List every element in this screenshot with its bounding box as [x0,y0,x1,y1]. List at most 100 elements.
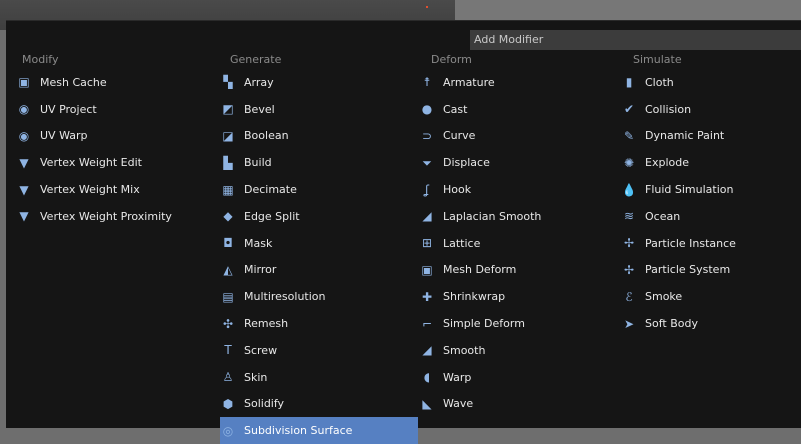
cloth-icon: ▮ [625,75,633,90]
menu-item-cloth[interactable]: ▮ Cloth [621,69,801,96]
column-simulate: Simulate ▮ Cloth ✔ Collision ✎ Dynamic Paint ✺… [621,51,801,337]
dynamic-paint-icon: ✎ [623,128,635,143]
menu-item-label: Hook [443,183,472,197]
menu-item-cast[interactable]: ● Cast [419,96,619,123]
menu-item-label: Warp [443,370,472,384]
menu-item-hook[interactable]: ʆ Hook [419,176,619,203]
menu-item-edge-split[interactable]: ◆ Edge Split [220,203,418,230]
menu-item-boolean[interactable]: ◪ Boolean [220,123,418,150]
menu-item-uv-warp[interactable]: ◉ UV Warp [16,123,211,150]
menu-item-decimate[interactable]: ▦ Decimate [220,176,418,203]
menu-item-subdivision-surface[interactable]: ◎ Subdivision Surface [220,417,418,444]
hook-icon: ʆ [424,182,430,197]
boolean-icon: ◪ [222,128,234,143]
menu-item-skin[interactable]: ♙ Skin [220,364,418,391]
menu-item-bevel[interactable]: ◩ Bevel [220,96,418,123]
menu-item-array[interactable]: ▚ Array [220,69,418,96]
smooth-icon: ◢ [422,343,432,358]
menu-item-label: Collision [645,102,692,116]
menu-item-label: Array [244,75,274,89]
menu-item-shrinkwrap[interactable]: ✚ Shrinkwrap [419,283,619,310]
menu-item-label: Mesh Deform [443,263,517,277]
menu-item-screw[interactable]: T Screw [220,337,418,364]
menu-item-label: Skin [244,370,268,384]
menu-item-vertex-weight-mix[interactable]: ▼ Vertex Weight Mix [16,176,211,203]
column-header-deform: Deform [431,53,472,66]
menu-item-solidify[interactable]: ⬢ Solidify [220,391,418,418]
menu-item-dynamic-paint[interactable]: ✎ Dynamic Paint [621,123,801,150]
menu-item-label: Cloth [645,75,674,89]
edge-split-icon: ◆ [223,209,233,224]
decimate-icon: ▦ [222,182,234,197]
menu-item-curve[interactable]: ⊃ Curve [419,123,619,150]
menu-item-label: Vertex Weight Edit [40,156,142,170]
simple-deform-icon: ⌐ [421,316,433,331]
menu-item-build[interactable]: ▙ Build [220,149,418,176]
fluid-simulation-icon: 💧 [621,182,637,197]
menu-item-vertex-weight-proximity[interactable]: ▼ Vertex Weight Proximity [16,203,211,230]
menu-item-mirror[interactable]: ◭ Mirror [220,257,418,284]
menu-item-label: Screw [244,343,278,357]
column-deform: Deform ☨ Armature ● Cast ⊃ Curve ⏷ Displace ʆ Hoo… [419,51,619,417]
menu-item-label: Curve [443,129,476,143]
menu-item-laplacian-smooth[interactable]: ◢ Laplacian Smooth [419,203,619,230]
menu-item-mesh-deform[interactable]: ▣ Mesh Deform [419,257,619,284]
menu-item-wave[interactable]: ◣ Wave [419,391,619,418]
menu-item-uv-project[interactable]: ◉ UV Project [16,96,211,123]
mesh-deform-icon: ▣ [421,262,433,277]
soft-body-icon: ➤ [623,316,635,331]
menu-item-label: Explode [645,156,689,170]
menu-item-warp[interactable]: ◖ Warp [419,364,619,391]
menu-item-label: Remesh [244,317,289,331]
red-marker [426,6,428,8]
curve-icon: ⊃ [421,128,433,143]
menu-item-fluid-simulation[interactable]: 💧 Fluid Simulation [621,176,801,203]
remesh-icon: ✣ [222,316,234,331]
menu-item-label: Particle System [645,263,731,277]
menu-item-vertex-weight-edit[interactable]: ▼ Vertex Weight Edit [16,149,211,176]
menu-item-label: Solidify [244,397,285,411]
menu-item-explode[interactable]: ✺ Explode [621,149,801,176]
menu-item-label: Armature [443,75,495,89]
screw-icon: T [224,343,232,358]
menu-item-multiresolution[interactable]: ▤ Multiresolution [220,283,418,310]
menu-item-smoke[interactable]: ℰ Smoke [621,283,801,310]
menu-item-label: Boolean [244,129,289,143]
menu-item-mesh-cache[interactable]: ▣ Mesh Cache [16,69,211,96]
menu-item-label: Subdivision Surface [244,424,353,438]
multiresolution-icon: ▤ [222,289,234,304]
menu-item-label: Laplacian Smooth [443,209,542,223]
smoke-icon: ℰ [625,289,633,304]
menu-item-displace[interactable]: ⏷ Displace [419,149,619,176]
menu-item-smooth[interactable]: ◢ Smooth [419,337,619,364]
column-modify: Modify ▣ Mesh Cache ◉ UV Project ◉ UV Warp ▼ Ve… [16,51,211,230]
menu-item-collision[interactable]: ✔ Collision [621,96,801,123]
menu-item-mask[interactable]: ◘ Mask [220,230,418,257]
menu-item-soft-body[interactable]: ➤ Soft Body [621,310,801,337]
cast-icon: ● [421,102,433,117]
menu-item-label: Mask [244,236,273,250]
menu-item-label: Shrinkwrap [443,290,506,304]
vertex-weight-icon: ▼ [19,182,29,197]
warp-icon: ◖ [423,370,431,385]
menu-item-armature[interactable]: ☨ Armature [419,69,619,96]
particle-instance-icon: ✢ [623,236,635,251]
menu-item-ocean[interactable]: ≋ Ocean [621,203,801,230]
menu-item-label: Smooth [443,343,486,357]
uv-warp-icon: ◉ [18,128,30,143]
menu-item-remesh[interactable]: ✣ Remesh [220,310,418,337]
menu-item-label: Bevel [244,102,275,116]
menu-item-label: Multiresolution [244,290,326,304]
menu-item-particle-system[interactable]: ✢ Particle System [621,257,801,284]
menu-item-particle-instance[interactable]: ✢ Particle Instance [621,230,801,257]
column-header-generate: Generate [230,53,282,66]
menu-item-label: Build [244,156,272,170]
menu-item-label: Cast [443,102,468,116]
lattice-icon: ⊞ [421,236,433,251]
menu-item-lattice[interactable]: ⊞ Lattice [419,230,619,257]
menu-item-label: Fluid Simulation [645,183,734,197]
menu-item-simple-deform[interactable]: ⌐ Simple Deform [419,310,619,337]
column-header-simulate: Simulate [633,53,682,66]
shrinkwrap-icon: ✚ [421,289,433,304]
build-icon: ▙ [223,155,233,170]
